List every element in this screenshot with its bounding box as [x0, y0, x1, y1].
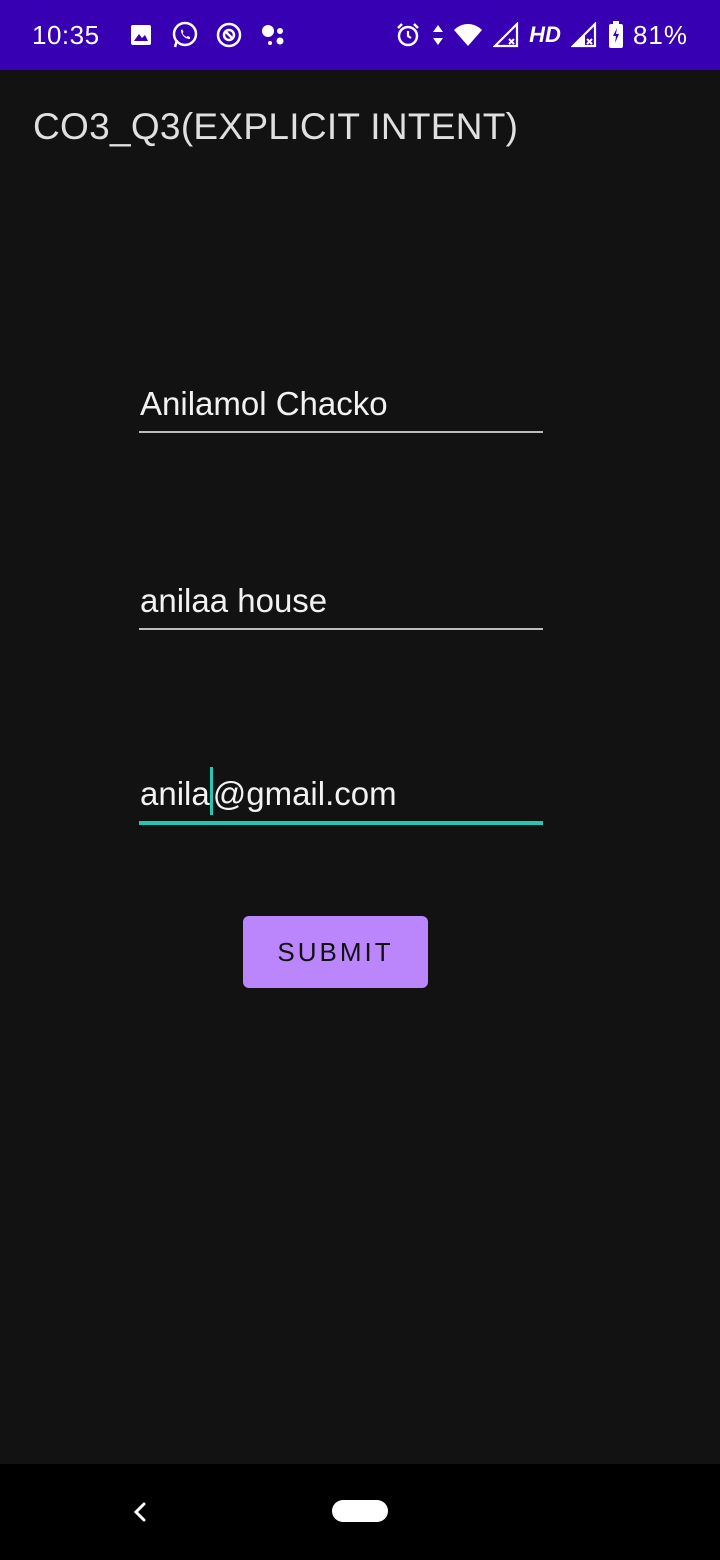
- hd-indicator: HD: [529, 22, 561, 47]
- image-icon: [126, 20, 156, 50]
- system-icons: HD 81%: [393, 20, 688, 51]
- assistant-icon: [258, 20, 288, 50]
- home-pill-icon[interactable]: [332, 1500, 388, 1522]
- page-title: CO3_Q3(EXPLICIT INTENT): [33, 106, 519, 147]
- battery-icon: [607, 20, 625, 50]
- notification-icons: [126, 20, 288, 50]
- vpn-icon: [214, 20, 244, 50]
- address-field[interactable]: anilaa house: [139, 570, 543, 630]
- app-screen: 10:35 HD 81% CO3_Q3(EXPLICIT INTENT) Ani…: [0, 0, 720, 1560]
- battery-percent: 81%: [632, 19, 688, 50]
- status-bar: 10:35 HD 81%: [0, 0, 720, 70]
- status-time: 10:35: [32, 19, 100, 50]
- wifi-icon: [453, 20, 483, 50]
- email-field-value: anila@gmail.com: [140, 767, 397, 815]
- address-field-value: anilaa house: [140, 582, 328, 619]
- name-field-value: Anilamol Chacko: [140, 385, 388, 422]
- back-icon[interactable]: [126, 1494, 154, 1530]
- email-text-after-caret: @gmail.com: [212, 775, 397, 812]
- whatsapp-icon: [170, 20, 200, 50]
- signal-icon: [491, 20, 521, 50]
- alarm-icon: [393, 20, 423, 50]
- name-field[interactable]: Anilamol Chacko: [139, 373, 543, 433]
- data-arrows-icon: [431, 20, 445, 50]
- signal-icon-2: [569, 20, 599, 50]
- submit-button[interactable]: SUBMIT: [243, 916, 428, 988]
- email-text-before-caret: anila: [140, 775, 210, 812]
- email-field[interactable]: anila@gmail.com: [139, 765, 543, 825]
